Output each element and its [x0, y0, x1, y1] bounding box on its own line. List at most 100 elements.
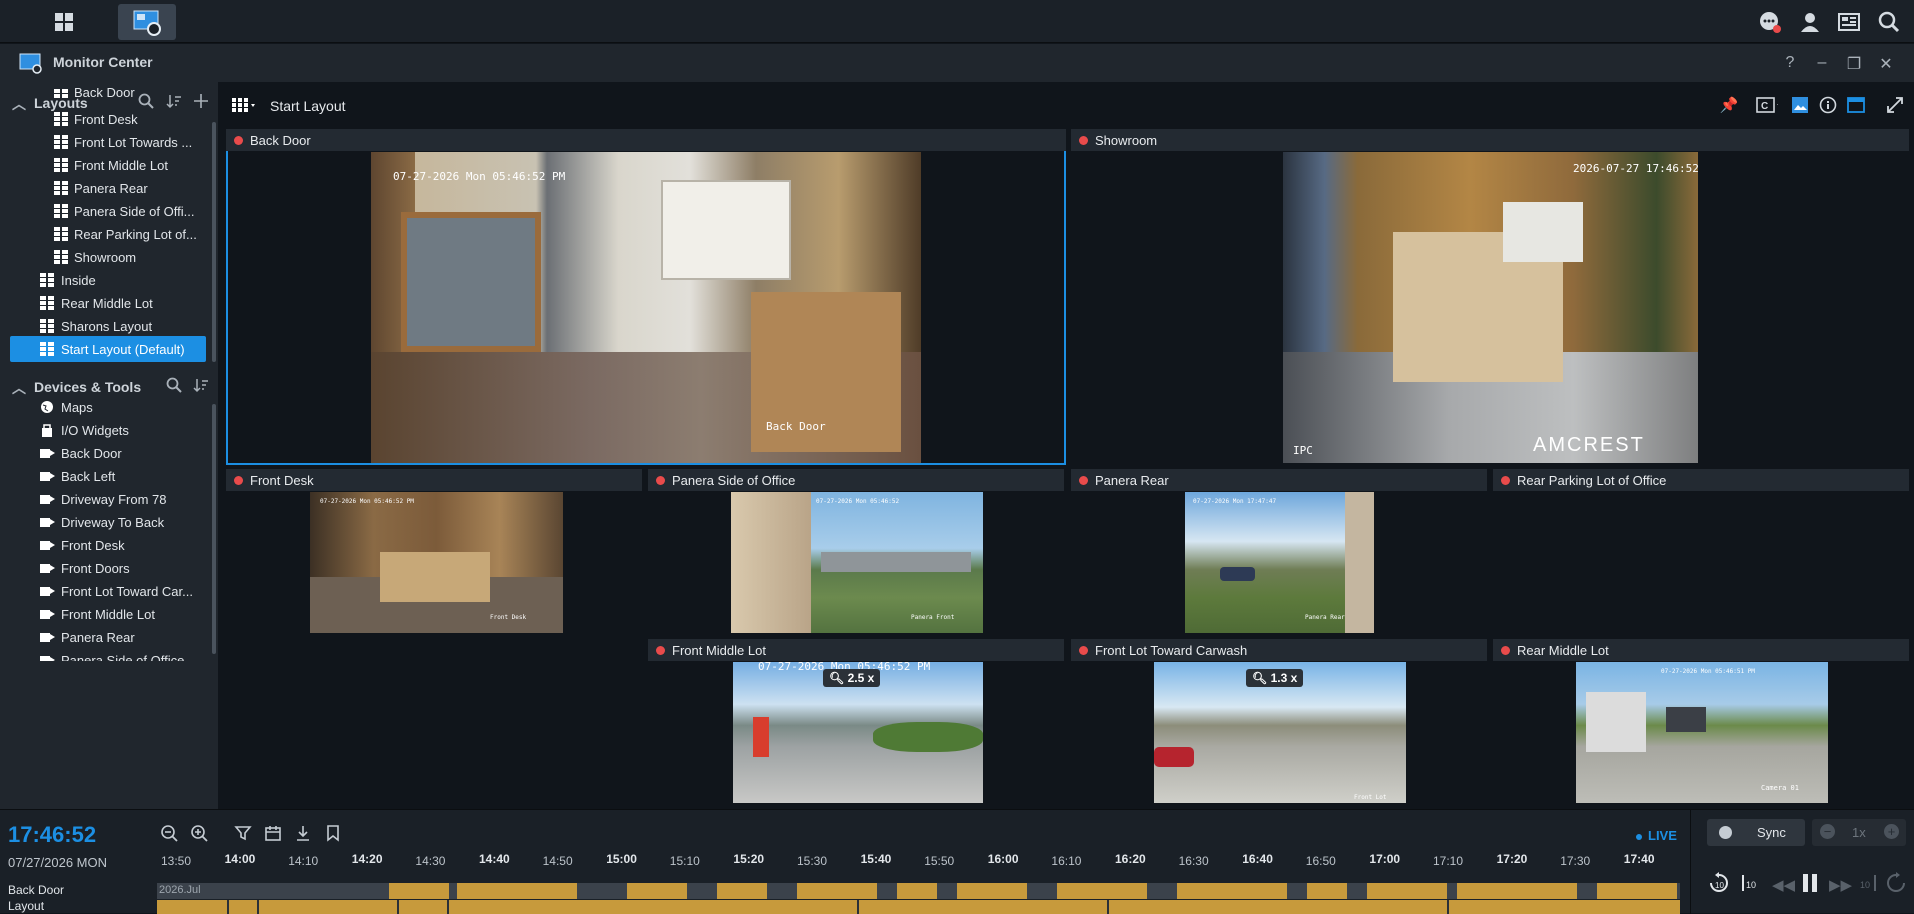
video-feed-panera-rear[interactable]: 07-27-2026 Mon 17:47:47 Panera Rear — [1185, 492, 1374, 633]
chat-notification-icon[interactable] — [1758, 10, 1782, 34]
recording-indicator — [234, 476, 243, 485]
recording-indicator — [1079, 476, 1088, 485]
video-feed-panera-side[interactable]: 07-27-2026 Mon 05:46:52 Panera Front — [731, 492, 983, 633]
tile-header: Front Middle Lot — [648, 639, 1064, 661]
recording-segment — [627, 883, 687, 899]
video-caption: Front Lot — [1354, 794, 1387, 801]
camera-tile-rear-middle-lot[interactable]: Rear Middle Lot 07-27-2026 Mon 05:46:51 … — [1493, 639, 1909, 803]
stream-profile-icon[interactable]: C — [1756, 96, 1778, 114]
timeline-tick-label: 14:40 — [479, 852, 510, 866]
video-timestamp: 07-27-2026 Mon 05:46:52 PM — [320, 498, 414, 505]
layout-icon — [54, 250, 68, 264]
zoom-in-icon[interactable] — [190, 824, 208, 842]
current-date: 07/27/2026 MON — [8, 855, 108, 870]
camera-tile-rear-parking[interactable]: Rear Parking Lot of Office — [1493, 469, 1909, 633]
devices-header-label: Devices & Tools — [34, 379, 142, 395]
camera-tile-front-lot-toward-carwash[interactable]: Front Lot Toward Carwash Front Lot 🔍︎ 1.… — [1071, 639, 1487, 803]
rewind-10-icon: 10 — [1710, 872, 1728, 892]
parking-lot — [821, 552, 971, 572]
next-button[interactable]: ▶▶ — [1829, 876, 1852, 894]
speed-increase-button[interactable]: + — [1884, 824, 1899, 839]
previous-button[interactable]: ◀◀ — [1772, 876, 1795, 894]
video-caption: Panera Rear — [1305, 614, 1345, 621]
jump-forward-icon — [1887, 872, 1905, 892]
top-taskbar — [0, 0, 1914, 43]
fullscreen-icon[interactable] — [1886, 96, 1908, 114]
zoom-out-icon[interactable] — [160, 824, 178, 842]
widgets-icon[interactable] — [1837, 10, 1861, 34]
layout-grid-icon[interactable] — [232, 98, 256, 112]
restore-button[interactable]: ❐ — [1844, 54, 1864, 74]
tile-header: Front Lot Toward Carwash — [1071, 639, 1487, 661]
sidebar-item-back-door-layout[interactable]: Back Door — [10, 88, 206, 102]
rewind-10-button[interactable]: 10 — [1709, 872, 1729, 898]
zoom-level: 1.3 x — [1270, 671, 1298, 685]
download-icon[interactable] — [294, 824, 312, 842]
layout-icon — [54, 112, 68, 126]
divider — [1690, 810, 1691, 914]
zoom-badge[interactable]: 🔍︎ 1.3 x — [1246, 669, 1304, 687]
main-menu-button[interactable] — [35, 4, 93, 40]
forward-10-button[interactable]: 10 — [1858, 872, 1878, 898]
search-icon[interactable] — [1877, 10, 1901, 34]
devices-scrollbar[interactable] — [212, 404, 216, 654]
sync-label: Sync — [1757, 825, 1786, 840]
calendar-icon[interactable] — [264, 824, 282, 842]
step-back-button[interactable]: 10 — [1740, 872, 1760, 898]
search-icon[interactable] — [166, 377, 182, 393]
video-timestamp: 07-27-2026 Mon 05:46:52 PM — [393, 170, 566, 183]
video-caption: IPC — [1293, 444, 1313, 457]
sync-button[interactable]: Sync — [1707, 819, 1805, 846]
track-back-door[interactable]: 2026.Jul — [157, 883, 1680, 899]
panel-toggle-icon[interactable] — [1847, 96, 1869, 114]
layout-icon — [54, 181, 68, 195]
speed-decrease-button[interactable]: − — [1820, 824, 1835, 839]
video-feed-rear-middle-lot[interactable]: 07-27-2026 Mon 05:46:51 PM Camera 01 — [1576, 662, 1828, 803]
user-icon[interactable] — [1798, 10, 1822, 34]
camera-tile-back-door[interactable]: Back Door 07-27-2026 Mon 05:46:52 PM Bac… — [226, 129, 1066, 465]
apps-grid-icon — [55, 13, 73, 31]
video-feed-showroom[interactable]: 2026-07-27 17:46:52 IPC AMCREST — [1283, 152, 1698, 463]
boxes — [380, 552, 490, 602]
pause-button[interactable] — [1800, 872, 1820, 898]
camera-tile-front-middle-lot[interactable]: Front Middle Lot 07-27-2026 Mon 05:46:52… — [648, 639, 1064, 803]
screen — [1503, 202, 1583, 262]
info-icon[interactable] — [1819, 96, 1841, 114]
camera-tile-panera-side[interactable]: Panera Side of Office 07-27-2026 Mon 05:… — [648, 469, 1064, 633]
app-icon — [19, 53, 42, 74]
recording-segment — [957, 883, 1027, 899]
sidebar-item-camera-panera-side[interactable]: Panera Side of Office — [10, 647, 206, 661]
layout-icon — [40, 319, 54, 333]
sidebar-item-start-layout[interactable]: Start Layout (Default) — [10, 336, 206, 362]
timeline-tick-label: 17:20 — [1496, 852, 1528, 866]
layouts-scrollbar[interactable] — [212, 122, 216, 362]
pin-icon[interactable]: 📌 — [1718, 96, 1740, 114]
video-feed-back-door[interactable]: 07-27-2026 Mon 05:46:52 PM Back Door — [371, 152, 921, 463]
track-layout[interactable] — [157, 900, 1680, 914]
close-button[interactable]: ✕ — [1876, 54, 1896, 74]
snapshot-icon[interactable] — [1791, 96, 1813, 114]
sidebar: ︿ Layouts Back Door Front Desk Front Lot… — [0, 82, 218, 809]
help-button[interactable]: ? — [1780, 54, 1800, 72]
monitor-center-taskbar-button[interactable] — [118, 4, 176, 40]
layout-icon — [54, 227, 68, 241]
tile-title: Panera Rear — [1095, 473, 1169, 488]
camera-icon — [40, 469, 55, 483]
video-feed-front-desk[interactable]: 07-27-2026 Mon 05:46:52 PM Front Desk — [310, 492, 563, 633]
camera-tile-front-desk[interactable]: Front Desk 07-27-2026 Mon 05:46:52 PM Fr… — [226, 469, 642, 633]
sort-icon[interactable] — [193, 377, 209, 393]
timeline-tick-label: 14:50 — [542, 854, 573, 868]
camera-tile-panera-rear[interactable]: Panera Rear 07-27-2026 Mon 17:47:47 Pane… — [1071, 469, 1487, 633]
tile-title: Front Middle Lot — [672, 643, 766, 658]
zoom-badge[interactable]: 🔍︎ 2.5 x — [823, 669, 881, 687]
jump-forward-button[interactable] — [1886, 872, 1906, 898]
track-gap — [227, 900, 229, 914]
camera-icon — [40, 446, 55, 460]
bookmark-icon[interactable] — [324, 824, 342, 842]
timeline-tick-label: 15:10 — [669, 854, 700, 868]
minimize-button[interactable]: – — [1812, 54, 1832, 72]
live-indicator[interactable]: LIVE — [1636, 828, 1677, 843]
camera-tile-showroom[interactable]: Showroom 2026-07-27 17:46:52 IPC AMCREST — [1071, 129, 1909, 465]
window-title: Monitor Center — [53, 54, 153, 70]
filter-icon[interactable] — [234, 824, 252, 842]
